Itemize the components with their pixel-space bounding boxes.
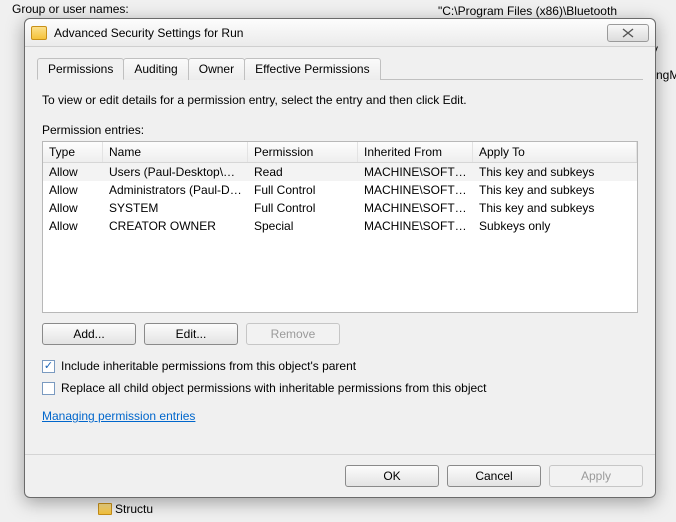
tab-content-permissions: To view or edit details for a permission… [37, 80, 643, 424]
dialog-footer: OK Cancel Apply [25, 454, 655, 497]
replace-child-checkbox[interactable] [42, 382, 55, 395]
close-icon [620, 28, 636, 38]
dialog-title: Advanced Security Settings for Run [54, 26, 600, 40]
intro-text: To view or edit details for a permission… [42, 93, 638, 107]
table-cell: Read [248, 163, 358, 181]
tab-owner[interactable]: Owner [188, 58, 245, 80]
table-cell: MACHINE\SOFTW... [358, 199, 473, 217]
apply-button: Apply [549, 465, 643, 487]
tab-effective-permissions[interactable]: Effective Permissions [244, 58, 381, 80]
advanced-security-dialog: Advanced Security Settings for Run Permi… [24, 18, 656, 498]
table-cell: Administrators (Paul-Desk... [103, 181, 248, 199]
entries-label: Permission entries: [42, 123, 638, 137]
col-type[interactable]: Type [43, 142, 103, 162]
table-cell: CREATOR OWNER [103, 217, 248, 235]
table-cell: Full Control [248, 181, 358, 199]
table-cell: Full Control [248, 199, 358, 217]
titlebar: Advanced Security Settings for Run [25, 19, 655, 47]
include-inheritable-label: Include inheritable permissions from thi… [61, 359, 356, 373]
list-body: AllowUsers (Paul-Desktop\Use...ReadMACHI… [43, 163, 637, 235]
table-cell: Allow [43, 217, 103, 235]
bg-group-label: Group or user names: [12, 2, 129, 16]
folder-icon [98, 503, 112, 515]
ok-button[interactable]: OK [345, 465, 439, 487]
table-cell: This key and subkeys [473, 181, 637, 199]
table-row[interactable]: AllowUsers (Paul-Desktop\Use...ReadMACHI… [43, 163, 637, 181]
table-cell: Allow [43, 199, 103, 217]
col-name[interactable]: Name [103, 142, 248, 162]
close-button[interactable] [607, 24, 649, 42]
edit-button[interactable]: Edit... [144, 323, 238, 345]
add-button[interactable]: Add... [42, 323, 136, 345]
managing-entries-link[interactable]: Managing permission entries [42, 409, 195, 423]
include-inheritable-checkbox[interactable] [42, 360, 55, 373]
table-row[interactable]: AllowAdministrators (Paul-Desk...Full Co… [43, 181, 637, 199]
table-cell: Allow [43, 163, 103, 181]
bg-struct-label: Structu [115, 502, 153, 516]
table-cell: Subkeys only [473, 217, 637, 235]
checkbox-group: Include inheritable permissions from thi… [42, 359, 638, 395]
table-cell: MACHINE\SOFTW... [358, 181, 473, 199]
list-header: Type Name Permission Inherited From Appl… [43, 142, 637, 163]
folder-icon [31, 26, 47, 40]
remove-button: Remove [246, 323, 340, 345]
table-cell: Special [248, 217, 358, 235]
col-permission[interactable]: Permission [248, 142, 358, 162]
table-cell: MACHINE\SOFTW... [358, 217, 473, 235]
cancel-button[interactable]: Cancel [447, 465, 541, 487]
entry-buttons: Add... Edit... Remove [42, 323, 638, 345]
table-row[interactable]: AllowCREATOR OWNERSpecialMACHINE\SOFTW..… [43, 217, 637, 235]
bg-tree-item: Structu [98, 502, 153, 516]
table-row[interactable]: AllowSYSTEMFull ControlMACHINE\SOFTW...T… [43, 199, 637, 217]
tab-permissions[interactable]: Permissions [37, 58, 124, 80]
tabstrip: Permissions Auditing Owner Effective Per… [37, 57, 643, 80]
table-cell: Allow [43, 181, 103, 199]
permission-entries-list[interactable]: Type Name Permission Inherited From Appl… [42, 141, 638, 313]
table-cell: This key and subkeys [473, 199, 637, 217]
col-inherited[interactable]: Inherited From [358, 142, 473, 162]
bg-frag-ngme: ngMe [656, 68, 676, 82]
replace-child-label: Replace all child object permissions wit… [61, 381, 487, 395]
table-cell: This key and subkeys [473, 163, 637, 181]
table-cell: SYSTEM [103, 199, 248, 217]
table-cell: Users (Paul-Desktop\Use... [103, 163, 248, 181]
tab-auditing[interactable]: Auditing [123, 58, 188, 80]
table-cell: MACHINE\SOFTW... [358, 163, 473, 181]
col-apply[interactable]: Apply To [473, 142, 637, 162]
